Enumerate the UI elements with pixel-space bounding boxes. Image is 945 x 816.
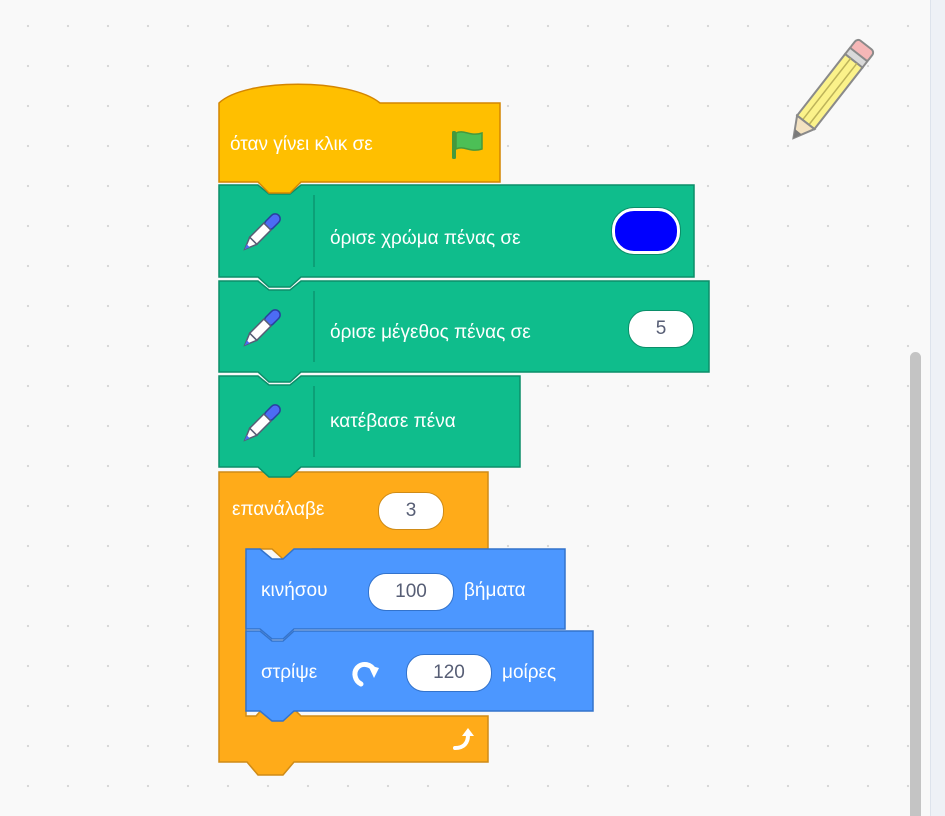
pen-icon [243,213,281,251]
when-flag-clicked-label: όταν γίνει κλικ σε [230,134,373,155]
repeat-count-input[interactable]: 3 [378,492,444,530]
pen-icon [243,404,281,442]
blocks-canvas [218,83,710,776]
move-steps-suffix: βήματα [464,580,526,601]
pen-down-label: κατέβασε πένα [330,411,456,432]
move-label: κινήσου [261,580,328,601]
pen-color-swatch[interactable] [612,208,680,254]
pen-icon [243,309,281,347]
turn-degrees-suffix: μοίρες [502,662,557,683]
workspace-right-edge [930,0,945,816]
pen-size-input[interactable]: 5 [628,310,694,348]
rotate-right-icon [352,661,379,687]
set-pen-size-label: όρισε μέγεθος πένας σε [330,322,531,343]
green-flag-icon [452,131,483,159]
set-pen-color-label: όρισε χρώμα πένας σε [330,228,521,249]
loop-arrow-icon [453,728,474,750]
turn-degrees-input[interactable]: 120 [406,654,492,692]
move-steps-input[interactable]: 100 [368,573,454,611]
turn-label: στρίψε [261,662,318,683]
repeat-label: επανάλαβε [232,499,325,520]
